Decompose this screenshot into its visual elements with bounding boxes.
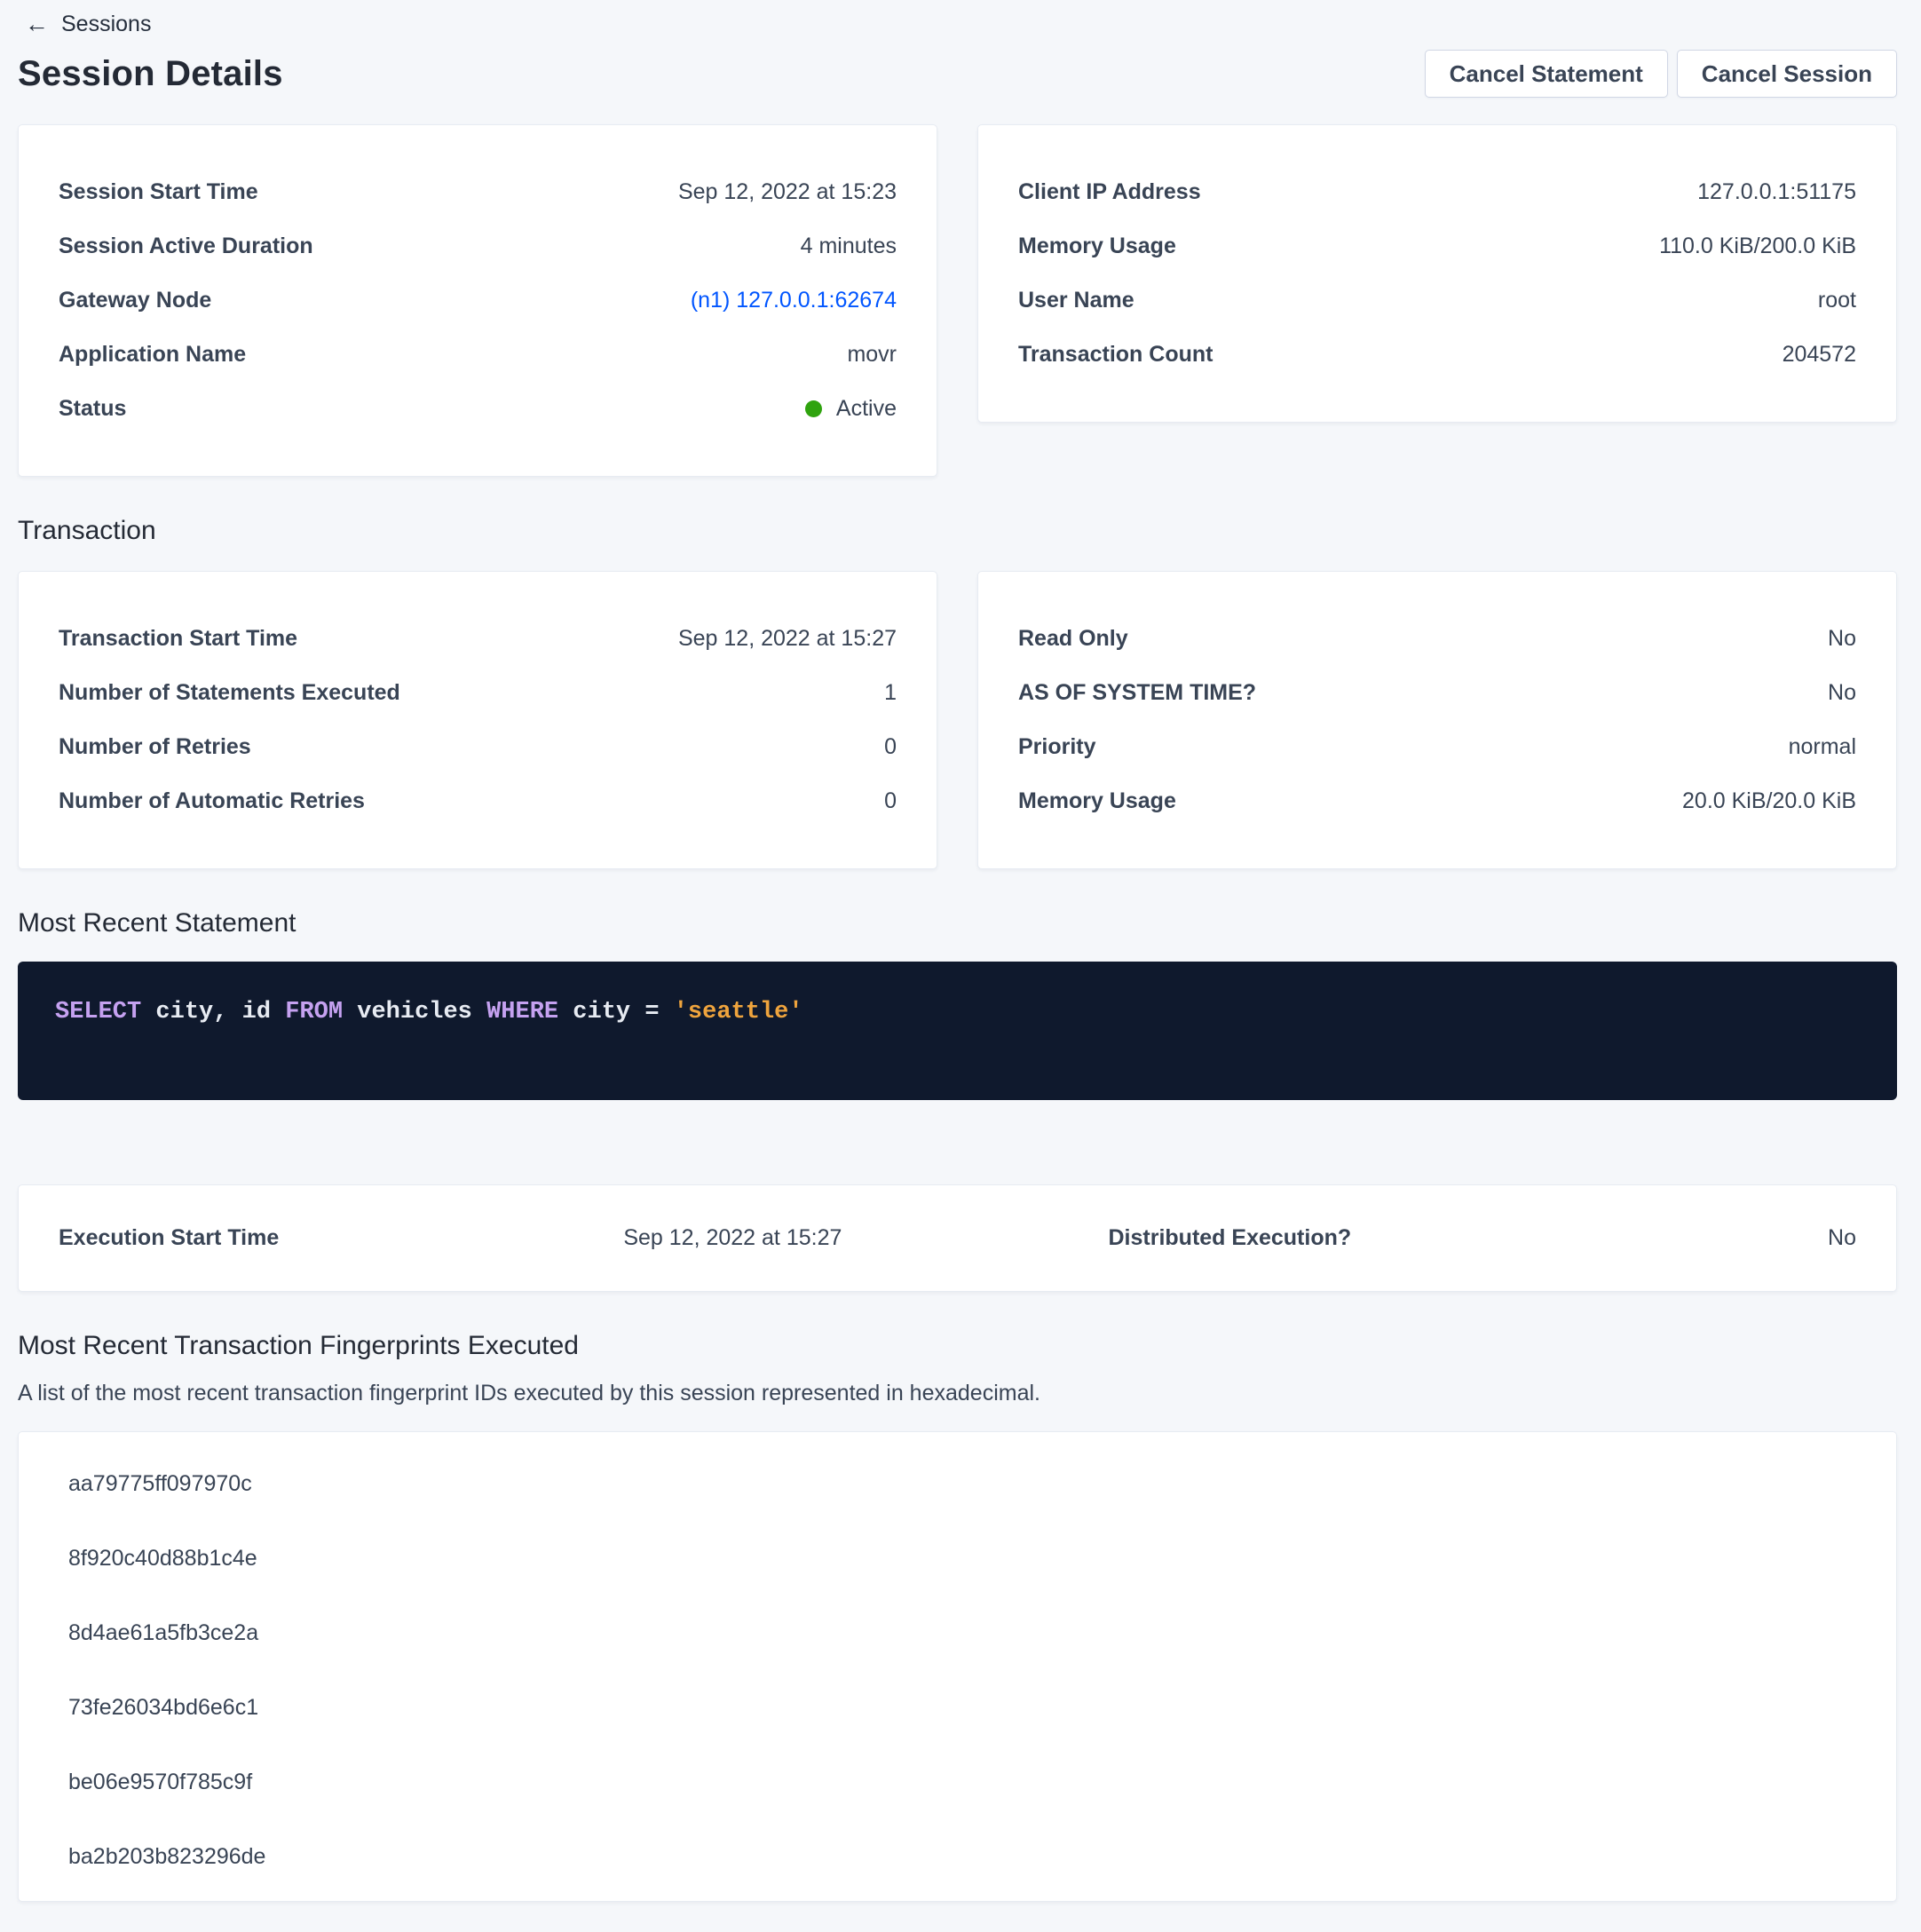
as-of-system-time-label: AS OF SYSTEM TIME? <box>1018 680 1256 706</box>
priority-row: Priority normal <box>1018 720 1856 774</box>
fingerprint-list-item: be06e9570f785c9f <box>19 1745 1896 1819</box>
fingerprints-card: aa79775ff097970c 8f920c40d88b1c4e 8d4ae6… <box>18 1431 1897 1902</box>
most-recent-statement-heading: Most Recent Statement <box>18 908 1897 938</box>
fingerprints-heading: Most Recent Transaction Fingerprints Exe… <box>18 1331 1897 1361</box>
transaction-memory-usage-row: Memory Usage 20.0 KiB/20.0 KiB <box>1018 774 1856 828</box>
transaction-memory-usage-value: 20.0 KiB/20.0 KiB <box>1682 788 1856 814</box>
fingerprint-list-item: 8d4ae61a5fb3ce2a <box>19 1595 1896 1670</box>
fingerprint-list-item: aa79775ff097970c <box>19 1446 1896 1521</box>
execution-start-time-value: Sep 12, 2022 at 15:27 <box>623 1225 842 1251</box>
application-name-value: movr <box>847 342 897 368</box>
status-badge: Active <box>836 396 897 422</box>
header-actions: Cancel Statement Cancel Session <box>1425 50 1897 98</box>
application-name-row: Application Name movr <box>59 328 897 382</box>
transaction-start-time-value: Sep 12, 2022 at 15:27 <box>678 626 897 652</box>
sql-keyword: SELECT <box>55 999 141 1025</box>
session-start-time-label: Session Start Time <box>59 179 258 205</box>
user-name-row: User Name root <box>1018 273 1856 328</box>
transaction-count-value: 204572 <box>1783 342 1856 368</box>
automatic-retries-label: Number of Automatic Retries <box>59 788 365 814</box>
back-arrow-icon: ← <box>25 12 49 36</box>
application-name-label: Application Name <box>59 342 246 368</box>
page-title: Session Details <box>18 54 283 94</box>
read-only-label: Read Only <box>1018 626 1128 652</box>
execution-start-time-label: Execution Start Time <box>59 1225 508 1251</box>
transaction-memory-usage-label: Memory Usage <box>1018 788 1176 814</box>
priority-label: Priority <box>1018 734 1096 760</box>
fingerprint-list-item: 8f920c40d88b1c4e <box>19 1521 1896 1595</box>
statements-executed-row: Number of Statements Executed 1 <box>59 666 897 720</box>
transaction-start-time-label: Transaction Start Time <box>59 626 297 652</box>
transaction-count-row: Transaction Count 204572 <box>1018 328 1856 382</box>
client-ip-row: Client IP Address 127.0.0.1:51175 <box>1018 165 1856 219</box>
status-row: Status Active <box>59 382 897 436</box>
transaction-card-left: Transaction Start Time Sep 12, 2022 at 1… <box>18 571 937 869</box>
client-ip-label: Client IP Address <box>1018 179 1201 205</box>
sql-keyword: FROM <box>285 999 343 1025</box>
transaction-card-right: Read Only No AS OF SYSTEM TIME? No Prior… <box>977 571 1897 869</box>
user-name-value: root <box>1818 288 1856 313</box>
user-name-label: User Name <box>1018 288 1134 313</box>
session-start-time-value: Sep 12, 2022 at 15:23 <box>678 179 897 205</box>
sql-string-literal: 'seattle' <box>674 999 803 1025</box>
session-active-duration-row: Session Active Duration 4 minutes <box>59 219 897 273</box>
session-active-duration-value: 4 minutes <box>801 234 897 259</box>
sql-keyword: WHERE <box>486 999 558 1025</box>
gateway-node-link[interactable]: (n1) 127.0.0.1:62674 <box>691 288 897 313</box>
transaction-start-time-row: Transaction Start Time Sep 12, 2022 at 1… <box>59 612 897 666</box>
transaction-row: Transaction Start Time Sep 12, 2022 at 1… <box>18 571 1897 869</box>
sql-text: vehicles <box>343 999 486 1025</box>
fingerprint-list-item: ba2b203b823296de <box>19 1819 1896 1894</box>
distributed-execution-label: Distributed Execution? <box>958 1225 1407 1251</box>
sql-text: city = <box>558 999 674 1025</box>
gateway-node-row: Gateway Node (n1) 127.0.0.1:62674 <box>59 273 897 328</box>
transaction-heading: Transaction <box>18 516 1897 546</box>
execution-summary-card: Execution Start Time Sep 12, 2022 at 15:… <box>18 1184 1897 1292</box>
status-value: Active <box>805 396 897 422</box>
session-summary-card-right: Client IP Address 127.0.0.1:51175 Memory… <box>977 124 1897 423</box>
cancel-statement-button[interactable]: Cancel Statement <box>1425 50 1668 98</box>
session-summary-row: Session Start Time Sep 12, 2022 at 15:23… <box>18 124 1897 477</box>
fingerprints-description: A list of the most recent transaction fi… <box>18 1381 1897 1406</box>
status-active-dot-icon <box>805 400 822 417</box>
session-active-duration-label: Session Active Duration <box>59 234 313 259</box>
page-header: Session Details Cancel Statement Cancel … <box>18 50 1897 98</box>
retries-value: 0 <box>884 734 897 760</box>
session-summary-card-left: Session Start Time Sep 12, 2022 at 15:23… <box>18 124 937 477</box>
retries-label: Number of Retries <box>59 734 251 760</box>
status-label: Status <box>59 396 126 422</box>
sql-text: city, id <box>141 999 285 1025</box>
distributed-execution-value: No <box>1828 1225 1856 1251</box>
retries-row: Number of Retries 0 <box>59 720 897 774</box>
back-to-sessions-link[interactable]: ← Sessions <box>18 9 151 39</box>
read-only-value: No <box>1828 626 1856 652</box>
cancel-session-button[interactable]: Cancel Session <box>1677 50 1897 98</box>
as-of-system-time-row: AS OF SYSTEM TIME? No <box>1018 666 1856 720</box>
sql-statement-box: SELECT city, id FROM vehicles WHERE city… <box>18 962 1897 1100</box>
memory-usage-label: Memory Usage <box>1018 234 1176 259</box>
automatic-retries-value: 0 <box>884 788 897 814</box>
statements-executed-label: Number of Statements Executed <box>59 680 400 706</box>
client-ip-value: 127.0.0.1:51175 <box>1697 179 1856 205</box>
automatic-retries-row: Number of Automatic Retries 0 <box>59 774 897 828</box>
transaction-count-label: Transaction Count <box>1018 342 1213 368</box>
session-details-page: ← Sessions Session Details Cancel Statem… <box>0 0 1921 1902</box>
memory-usage-value: 110.0 KiB/200.0 KiB <box>1659 234 1856 259</box>
fingerprint-list-item: 73fe26034bd6e6c1 <box>19 1670 1896 1745</box>
as-of-system-time-value: No <box>1828 680 1856 706</box>
read-only-row: Read Only No <box>1018 612 1856 666</box>
statements-executed-value: 1 <box>884 680 897 706</box>
gateway-node-label: Gateway Node <box>59 288 211 313</box>
priority-value: normal <box>1789 734 1856 760</box>
session-start-time-row: Session Start Time Sep 12, 2022 at 15:23 <box>59 165 897 219</box>
back-link-label: Sessions <box>61 12 151 37</box>
memory-usage-row: Memory Usage 110.0 KiB/200.0 KiB <box>1018 219 1856 273</box>
